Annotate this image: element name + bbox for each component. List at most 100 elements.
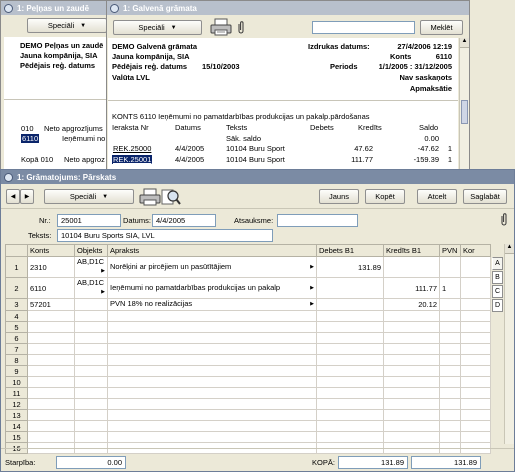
row-number[interactable]: 12 <box>5 398 28 410</box>
table-row[interactable]: 13 <box>5 409 491 421</box>
cell-account[interactable] <box>27 310 75 322</box>
cell-credit[interactable] <box>383 256 440 278</box>
cell-credit[interactable] <box>383 354 440 366</box>
cell-account[interactable] <box>27 365 75 377</box>
cell-description[interactable] <box>107 343 317 355</box>
scroll-thumb[interactable] <box>461 100 468 124</box>
tab-b[interactable]: B <box>492 271 503 284</box>
cell-credit[interactable] <box>383 409 440 421</box>
cell-account[interactable] <box>27 409 75 421</box>
cell-vat[interactable] <box>439 310 461 322</box>
row-number[interactable]: 3 <box>5 298 28 311</box>
cell-debit[interactable] <box>316 310 384 322</box>
record-prev-button[interactable]: ◀ <box>6 189 20 204</box>
cell-description[interactable] <box>107 376 317 388</box>
cell-credit[interactable] <box>383 376 440 388</box>
row-number[interactable]: 7 <box>5 343 28 355</box>
scroll-up-icon[interactable]: ▲ <box>505 244 514 254</box>
row-number[interactable]: 5 <box>5 321 28 333</box>
cell-debit[interactable] <box>316 376 384 388</box>
cell-vat[interactable] <box>439 365 461 377</box>
cell-object[interactable] <box>74 321 108 333</box>
table-row[interactable]: 4 <box>5 310 491 322</box>
cell-debit[interactable] <box>316 321 384 333</box>
cell-debit[interactable] <box>316 277 384 299</box>
cell-credit[interactable] <box>383 343 440 355</box>
ledger-search-button[interactable]: Meklēt <box>420 20 463 35</box>
pl-row2-code[interactable]: 6110 <box>21 134 40 143</box>
cell-vat[interactable] <box>439 343 461 355</box>
cell-debit[interactable] <box>316 409 384 421</box>
cell-account[interactable] <box>27 354 75 366</box>
table-row[interactable]: 12 <box>5 398 491 410</box>
cell-credit[interactable] <box>383 398 440 410</box>
table-row[interactable]: 7 <box>5 343 491 355</box>
cell-vat[interactable] <box>439 321 461 333</box>
scroll-up-icon[interactable]: ▲ <box>460 38 469 48</box>
cell-account[interactable] <box>27 398 75 410</box>
cell-debit[interactable] <box>316 365 384 377</box>
row-number[interactable]: 4 <box>5 310 28 322</box>
cell-object[interactable] <box>74 387 108 399</box>
cancel-button[interactable]: Atcelt <box>417 189 457 204</box>
cell-vat[interactable]: 1 <box>439 277 461 299</box>
cell-debit[interactable] <box>316 332 384 344</box>
expand-arrow-icon[interactable]: ▶ <box>101 266 105 277</box>
cell-kor[interactable] <box>460 277 491 299</box>
cell-account[interactable] <box>27 420 75 432</box>
printer-icon[interactable] <box>138 188 162 206</box>
col-header-description[interactable]: Apraksts <box>107 244 317 257</box>
cell-object[interactable] <box>74 343 108 355</box>
cell-kor[interactable] <box>460 354 491 366</box>
journal-titlebar[interactable]: 1: Grāmatojums: Pārskats <box>1 170 514 184</box>
table-row[interactable]: 10 <box>5 376 491 388</box>
cell-account[interactable] <box>27 332 75 344</box>
col-header-vat[interactable]: PVN <box>439 244 461 257</box>
cell-kor[interactable] <box>460 256 491 278</box>
cell-vat[interactable] <box>439 431 461 443</box>
cell-description[interactable] <box>107 310 317 322</box>
cell-vat[interactable] <box>439 420 461 432</box>
cell-vat[interactable] <box>439 409 461 421</box>
expand-arrow-icon[interactable]: ▶ <box>310 262 314 273</box>
ledger-row2-nr[interactable]: REK.25001 <box>112 155 153 164</box>
cell-debit[interactable] <box>316 298 384 311</box>
cell-description[interactable] <box>107 431 317 443</box>
cell-kor[interactable] <box>460 376 491 388</box>
cell-credit[interactable] <box>383 332 440 344</box>
cell-credit[interactable] <box>383 365 440 377</box>
cell-kor[interactable] <box>460 420 491 432</box>
table-row[interactable]: 8 <box>5 354 491 366</box>
cell-credit[interactable]: 20.12 <box>383 298 440 311</box>
cell-object[interactable]: AB,D1C ▶ <box>74 277 108 299</box>
cell-description[interactable]: Norēķini ar pircējiem un pasūtītājiem ▶ <box>107 256 317 278</box>
cell-account[interactable] <box>27 321 75 333</box>
cell-vat[interactable] <box>439 376 461 388</box>
table-row[interactable]: 5 <box>5 321 491 333</box>
text-field[interactable]: 10104 Buru Sports SIA, LVL <box>57 229 273 242</box>
cell-kor[interactable] <box>460 398 491 410</box>
journal-special-button[interactable]: Speciāli ▼ <box>44 189 134 204</box>
cell-description[interactable] <box>107 409 317 421</box>
preview-magnifier-icon[interactable] <box>161 188 181 206</box>
row-number[interactable]: 11 <box>5 387 28 399</box>
cell-object[interactable] <box>74 398 108 410</box>
col-header-credit[interactable]: Kredīts B1 <box>383 244 440 257</box>
cell-account[interactable] <box>27 387 75 399</box>
cell-kor[interactable] <box>460 310 491 322</box>
cell-description[interactable] <box>107 321 317 333</box>
cell-debit[interactable] <box>316 343 384 355</box>
pl-row2-code-link[interactable]: 6110 <box>21 134 40 143</box>
cell-kor[interactable] <box>460 298 491 311</box>
cell-account[interactable]: 2310 <box>27 256 75 278</box>
row-number[interactable]: 13 <box>5 409 28 421</box>
cell-account[interactable] <box>27 431 75 443</box>
cell-object[interactable] <box>74 409 108 421</box>
printer-icon[interactable] <box>209 18 233 36</box>
ledger-titlebar[interactable]: 1: Galvenā grāmata <box>107 1 469 15</box>
col-header-kor[interactable]: Kor <box>460 244 491 257</box>
row-number[interactable]: 1 <box>5 256 28 278</box>
copy-button[interactable]: Kopēt <box>365 189 405 204</box>
cell-credit[interactable]: 111.77 <box>383 277 440 299</box>
table-row[interactable]: 1 2310 AB,D1C ▶ Norēķini ar pircējiem un pas… <box>5 256 491 278</box>
